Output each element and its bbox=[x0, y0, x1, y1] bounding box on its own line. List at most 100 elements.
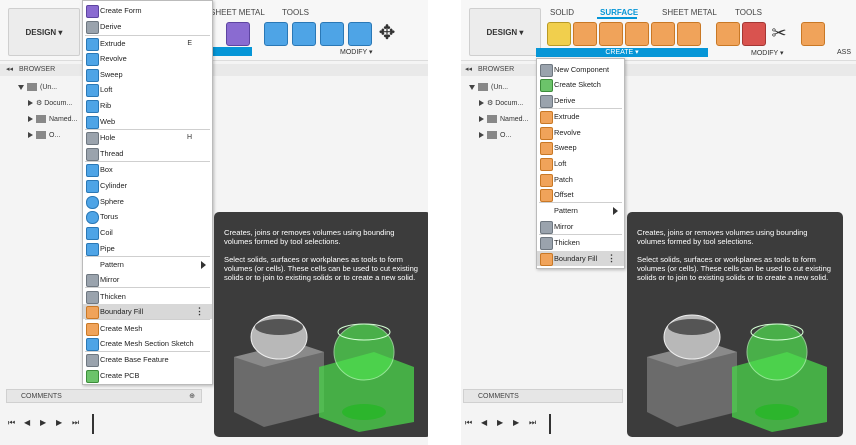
menu-item-mirror[interactable]: Mirror bbox=[83, 272, 212, 287]
menu-item-create-mesh-section-sketch[interactable]: Create Mesh Section Sketch bbox=[83, 336, 212, 351]
extrude-icon[interactable] bbox=[573, 22, 597, 46]
modify-group-label[interactable]: MODIFY ▾ bbox=[751, 49, 784, 57]
menu-item-derive[interactable]: Derive bbox=[537, 93, 624, 108]
comments-bar[interactable]: COMMENTS bbox=[463, 389, 623, 403]
go-to-end-icon[interactable]: ⏭ bbox=[72, 418, 81, 428]
move-icon[interactable]: ✥ bbox=[376, 22, 398, 44]
sweep-icon[interactable] bbox=[625, 22, 649, 46]
menu-item-boundary-fill[interactable]: Boundary Fill ⋮ bbox=[537, 251, 624, 266]
step-forward-icon[interactable]: ▶ bbox=[56, 418, 65, 428]
expand-icon[interactable] bbox=[479, 100, 484, 107]
tree-row-origin[interactable]: O... bbox=[28, 130, 60, 142]
menu-item-loft[interactable]: Loft bbox=[537, 156, 624, 171]
fillet-icon[interactable] bbox=[292, 22, 316, 46]
menu-item-patch[interactable]: Patch bbox=[537, 172, 624, 187]
menu-item-sweep[interactable]: Sweep bbox=[537, 140, 624, 155]
step-back-icon[interactable]: ◀ bbox=[481, 418, 490, 428]
menu-item-web[interactable]: Web bbox=[83, 114, 212, 129]
step-back-icon[interactable]: ◀ bbox=[24, 418, 33, 428]
tree-row-root[interactable]: (Un... bbox=[469, 82, 508, 94]
menu-item-hole[interactable]: Hole H bbox=[83, 130, 212, 145]
delete-faces-icon[interactable] bbox=[742, 22, 766, 46]
tree-row-named-views[interactable]: Named... bbox=[28, 114, 77, 126]
menu-item-loft[interactable]: Loft bbox=[83, 82, 212, 97]
menu-item-box[interactable]: Box bbox=[83, 162, 212, 177]
press-pull-icon[interactable] bbox=[264, 22, 288, 46]
browser-header[interactable]: ◂◂ BROWSER bbox=[0, 64, 428, 76]
patch-icon[interactable] bbox=[677, 22, 701, 46]
menu-item-sweep[interactable]: Sweep bbox=[83, 67, 212, 82]
timeline-marker[interactable] bbox=[92, 414, 94, 434]
more-options-icon[interactable]: ⋮ bbox=[195, 304, 204, 319]
add-comment-icon[interactable]: ⊕ bbox=[189, 390, 195, 404]
form-icon[interactable] bbox=[226, 22, 250, 46]
menu-item-pipe[interactable]: Pipe bbox=[83, 241, 212, 256]
play-icon[interactable]: ▶ bbox=[497, 418, 506, 428]
menu-item-sphere[interactable]: Sphere bbox=[83, 194, 212, 209]
menu-item-derive[interactable]: Derive bbox=[83, 19, 212, 34]
menu-item-extrude[interactable]: Extrude E bbox=[83, 36, 212, 51]
menu-item-cylinder[interactable]: Cylinder bbox=[83, 178, 212, 193]
tree-row-named-views[interactable]: Named... bbox=[479, 114, 528, 126]
menu-item-coil[interactable]: Coil bbox=[83, 225, 212, 240]
menu-item-rib[interactable]: Rib bbox=[83, 98, 212, 113]
step-forward-icon[interactable]: ▶ bbox=[513, 418, 522, 428]
tab-tools[interactable]: TOOLS bbox=[735, 8, 762, 17]
tree-row-document[interactable]: ⚙ Docum... bbox=[28, 98, 72, 110]
timeline-marker[interactable] bbox=[549, 414, 551, 434]
more-options-icon[interactable]: ⋮ bbox=[607, 251, 616, 266]
create-group-button[interactable]: CREATE ▾ bbox=[536, 48, 708, 57]
menu-item-boundary-fill[interactable]: Boundary Fill ⋮ bbox=[83, 304, 212, 319]
tab-tools[interactable]: TOOLS bbox=[282, 8, 309, 17]
expand-icon[interactable] bbox=[479, 132, 484, 139]
expand-icon[interactable] bbox=[469, 84, 475, 90]
revolve-icon[interactable] bbox=[599, 22, 623, 46]
menu-item-create-pcb[interactable]: Create PCB bbox=[83, 368, 212, 383]
menu-item-revolve[interactable]: Revolve bbox=[537, 125, 624, 140]
menu-item-pattern[interactable]: Pattern bbox=[83, 257, 212, 272]
menu-item-create-mesh[interactable]: Create Mesh bbox=[83, 321, 212, 336]
menu-item-pattern[interactable]: Pattern bbox=[537, 203, 624, 218]
extend-icon[interactable] bbox=[801, 22, 825, 46]
menu-item-extrude[interactable]: Extrude bbox=[537, 109, 624, 124]
shell-icon[interactable] bbox=[348, 22, 372, 46]
tab-surface[interactable]: SURFACE bbox=[600, 8, 638, 17]
expand-icon[interactable] bbox=[28, 100, 33, 107]
assemble-group-label[interactable]: ASS bbox=[837, 49, 851, 56]
tree-row-root[interactable]: (Un... bbox=[18, 82, 57, 94]
sketch-icon[interactable] bbox=[547, 22, 571, 46]
menu-item-thicken[interactable]: Thicken bbox=[537, 235, 624, 250]
create-group-bar[interactable] bbox=[212, 47, 252, 56]
tree-row-origin[interactable]: O... bbox=[479, 130, 511, 142]
modify-group-label[interactable]: MODIFY ▾ bbox=[340, 48, 373, 56]
loft-icon[interactable] bbox=[651, 22, 675, 46]
expand-icon[interactable] bbox=[479, 116, 484, 123]
menu-item-thread[interactable]: Thread bbox=[83, 146, 212, 161]
go-to-start-icon[interactable]: ⏮ bbox=[8, 418, 17, 428]
menu-item-thicken[interactable]: Thicken bbox=[83, 289, 212, 304]
design-workspace-button[interactable]: DESIGN ▾ bbox=[469, 8, 541, 56]
design-workspace-button[interactable]: DESIGN ▾ bbox=[8, 8, 80, 56]
menu-item-torus[interactable]: Torus bbox=[83, 209, 212, 224]
browser-header[interactable]: ◂◂ BROWSER bbox=[461, 64, 856, 76]
expand-icon[interactable] bbox=[18, 84, 24, 90]
chamfer-icon[interactable] bbox=[320, 22, 344, 46]
go-to-start-icon[interactable]: ⏮ bbox=[465, 418, 474, 428]
menu-item-create-form[interactable]: Create Form bbox=[83, 3, 212, 18]
tab-sheet-metal[interactable]: SHEET METAL bbox=[662, 8, 717, 17]
menu-item-offset[interactable]: Offset bbox=[537, 187, 624, 202]
menu-item-create-sketch[interactable]: Create Sketch bbox=[537, 77, 624, 92]
expand-icon[interactable] bbox=[28, 116, 33, 123]
tree-row-document[interactable]: ⚙ Docum... bbox=[479, 98, 523, 110]
collapse-icon[interactable]: ◂◂ bbox=[465, 66, 472, 73]
go-to-end-icon[interactable]: ⏭ bbox=[529, 418, 538, 428]
menu-item-mirror[interactable]: Mirror bbox=[537, 219, 624, 234]
trim-icon[interactable]: ✂ bbox=[768, 22, 790, 44]
expand-icon[interactable] bbox=[28, 132, 33, 139]
menu-item-new-component[interactable]: New Component bbox=[537, 62, 624, 77]
menu-item-revolve[interactable]: Revolve bbox=[83, 51, 212, 66]
collapse-icon[interactable]: ◂◂ bbox=[6, 66, 13, 73]
split-body-icon[interactable] bbox=[716, 22, 740, 46]
comments-bar[interactable]: COMMENTS ⊕ bbox=[6, 389, 202, 403]
menu-item-create-base-feature[interactable]: Create Base Feature bbox=[83, 352, 212, 367]
